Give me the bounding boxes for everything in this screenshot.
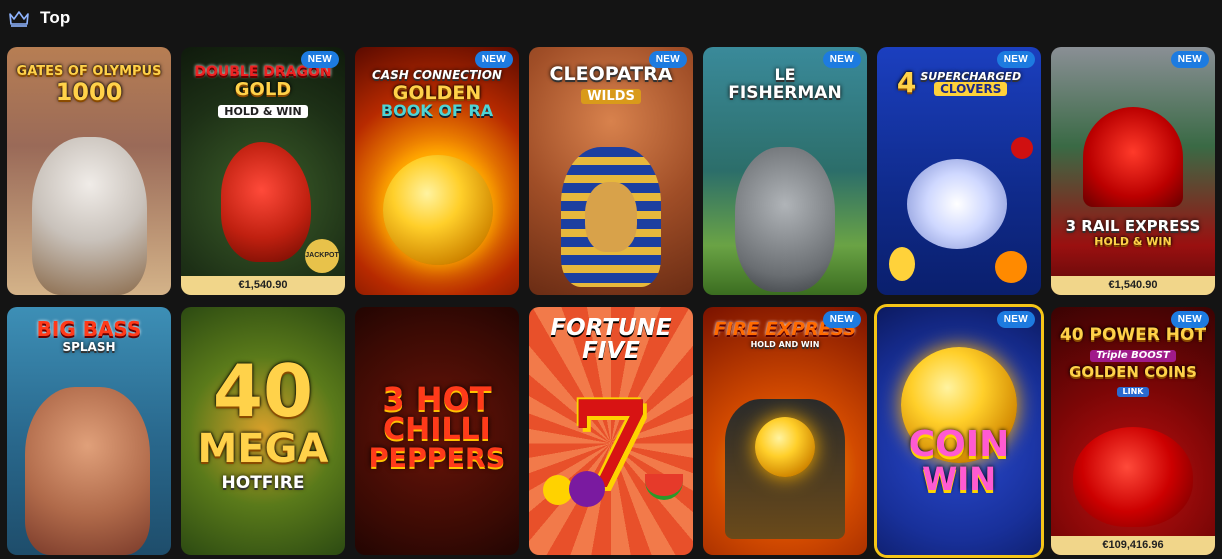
game-card-fortune-five[interactable]: FORTUNE FIVE 7 [529, 307, 693, 555]
new-badge: NEW [996, 51, 1035, 68]
game-title: DOUBLE DRAGON GOLD HOLD & WIN [194, 64, 332, 118]
game-title: COIN WIN [908, 424, 1010, 498]
new-badge: NEW [648, 51, 687, 68]
game-card-3-hot-chilli-peppers[interactable]: 3 HOT CHILLI PEPPERS [355, 307, 519, 555]
fisherman-icon [25, 387, 150, 555]
game-title: LE FISHERMAN [728, 65, 842, 103]
crown-icon [9, 11, 29, 27]
zeus-figure-icon [32, 137, 147, 295]
jackpot-amount: €109,416.96 [1051, 536, 1215, 555]
bell-icon [889, 247, 915, 281]
jackpot-hunt-badge: JACKPOT HUNT [305, 239, 339, 293]
locomotive-icon [1083, 107, 1183, 207]
game-card-3-rail-express[interactable]: NEW 3 RAIL EXPRESS HOLD & WIN €1,540.90 [1051, 47, 1215, 295]
crystal-clover-icon [907, 159, 1007, 249]
train-headlight-icon [755, 417, 815, 477]
game-title: 3 RAIL EXPRESS HOLD & WIN [1065, 217, 1201, 248]
new-badge: NEW [996, 311, 1035, 328]
game-title: CLEOPATRA WILDS [549, 63, 673, 104]
game-title: 40 POWER HOT Triple BOOST GOLDEN COINS L… [1059, 325, 1207, 397]
game-title: BIG BASS SPLASH [36, 317, 142, 354]
game-card-4-supercharged-clovers[interactable]: NEW 4 SUPERCHARGED CLOVERS [877, 47, 1041, 295]
jackpot-amount: €1,540.90 [1051, 276, 1215, 295]
new-badge: NEW [822, 51, 861, 68]
new-badge: NEW [300, 51, 339, 68]
game-card-le-fisherman[interactable]: NEW LE FISHERMAN [703, 47, 867, 295]
game-title: 40 MEGA HOTFIRE [197, 349, 329, 493]
gold-pot-icon [1073, 427, 1193, 527]
game-card-gates-of-olympus-1000[interactable]: GATES OF OLYMPUS 1000 [7, 47, 171, 295]
game-card-cleopatra-wilds[interactable]: NEW CLEOPATRA WILDS [529, 47, 693, 295]
new-badge: NEW [474, 51, 513, 68]
game-card-big-bass-splash[interactable]: BIG BASS SPLASH [7, 307, 171, 555]
raccoon-fisherman-icon [735, 147, 835, 292]
game-card-fire-express[interactable]: NEW FIRE EXPRESS HOLD AND WIN [703, 307, 867, 555]
game-title: CASH CONNECTION GOLDEN BOOK OF RA [372, 68, 502, 120]
new-badge: NEW [1170, 311, 1209, 328]
game-card-coin-win[interactable]: NEW COIN WIN [877, 307, 1041, 555]
orange-icon [995, 251, 1027, 283]
cherry-icon [1011, 137, 1033, 159]
new-badge: NEW [822, 311, 861, 328]
jackpot-amount: €1,540.90 [181, 276, 345, 295]
game-card-40-mega-hotfire[interactable]: 40 MEGA HOTFIRE [181, 307, 345, 555]
game-title: 3 HOT CHILLI PEPPERS [368, 380, 506, 474]
game-title: 4 SUPERCHARGED CLOVERS [896, 66, 1022, 99]
game-title: GATES OF OLYMPUS 1000 [16, 64, 162, 106]
section-header: Top [8, 6, 71, 30]
grapes-icon [569, 471, 605, 507]
new-badge: NEW [1170, 51, 1209, 68]
pharaoh-face-icon [585, 182, 637, 252]
game-card-golden-book-of-ra[interactable]: NEW CASH CONNECTION GOLDEN BOOK OF RA [355, 47, 519, 295]
golden-book-icon [383, 155, 493, 265]
game-title: FORTUNE FIVE [550, 315, 672, 364]
game-card-double-dragon-gold[interactable]: NEW DOUBLE DRAGON GOLD HOLD & WIN JACKPO… [181, 47, 345, 295]
section-title: Top [40, 8, 71, 27]
games-grid: GATES OF OLYMPUS 1000 NEW DOUBLE DRAGON … [7, 47, 1215, 555]
game-card-40-power-hot-golden-coins[interactable]: NEW 40 POWER HOT Triple BOOST GOLDEN COI… [1051, 307, 1215, 555]
